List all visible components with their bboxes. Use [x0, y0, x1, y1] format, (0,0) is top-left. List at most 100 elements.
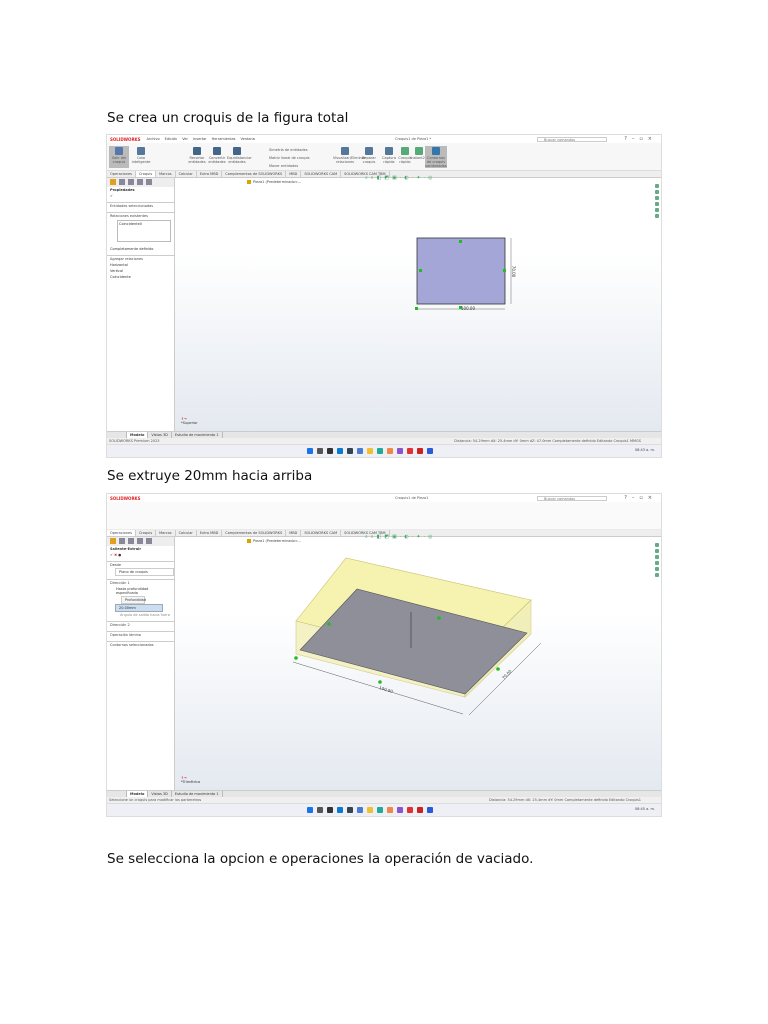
confirm-buttons[interactable]: ✔ ✖ ● — [107, 552, 174, 558]
menu-item[interactable]: Herramientas — [212, 137, 236, 141]
tab-mbd[interactable]: MBD — [286, 171, 302, 177]
section-thin-feature[interactable]: Operación lámina — [107, 631, 174, 638]
axis-triad: ↑→ *Superior — [181, 417, 198, 425]
section-selected-entities[interactable]: Entidades seleccionadas — [107, 202, 174, 209]
tab-cam[interactable]: SOLIDWORKS CAM — [301, 530, 342, 536]
document-title: Croquis1 de Pieza1 — [395, 496, 429, 500]
screenshot-extrude: SOLIDWORKS Croquis1 de Pieza1 Buscar com… — [106, 493, 662, 817]
tab-complementos[interactable]: Complementos de SOLIDWORKS — [222, 171, 287, 177]
ribbon-disabled — [107, 502, 661, 530]
property-manager: Propiedades ✔ Entidades seleccionadas Re… — [107, 178, 175, 431]
taskbar-apps[interactable] — [307, 448, 433, 454]
midpoint-marker — [419, 269, 422, 272]
menu-item[interactable]: Edición — [165, 137, 178, 141]
app-icon — [357, 448, 363, 454]
midpoint-marker — [378, 680, 382, 684]
menu-item[interactable]: Ver — [182, 137, 188, 141]
property-manager: Saliente-Extruir ✔ ✖ ● Desde Plano de cr… — [107, 537, 175, 790]
app-icon — [377, 448, 383, 454]
move-entities-button[interactable]: Mover entidades — [269, 162, 329, 170]
section-direction2[interactable]: Dirección 2 — [107, 621, 174, 628]
windows-taskbar: 08:43 a. m. — [107, 444, 661, 457]
offset-button[interactable]: Equidistanciar entidades — [227, 146, 252, 168]
axis-triad: ↑→ *Trimétrica — [181, 776, 201, 784]
origin-marker — [294, 656, 298, 660]
offset-icon — [233, 147, 241, 155]
app-icon — [377, 807, 383, 813]
section-selected-contours[interactable]: Contornos seleccionados — [107, 641, 174, 648]
section-direction1[interactable]: Dirección 1 — [107, 579, 174, 586]
tab-extra-mbd[interactable]: Extra MBD — [197, 530, 223, 536]
window-controls[interactable]: ?–▫× — [624, 136, 657, 142]
section-from[interactable]: Desde — [107, 561, 174, 568]
snap-icon — [385, 147, 393, 155]
clock[interactable]: 08:45 a. m. — [635, 807, 655, 811]
search-input[interactable]: Buscar comandos — [537, 495, 607, 501]
mirror-button[interactable]: Simetría de entidades — [269, 146, 329, 154]
task-view-icon — [327, 807, 333, 813]
from-select[interactable]: Plano de croquis — [115, 568, 174, 576]
model-canvas — [292, 557, 542, 716]
search-input[interactable]: Buscar comandos — [537, 136, 607, 142]
clock[interactable]: 08:43 a. m. — [635, 448, 655, 452]
repair-icon — [365, 147, 373, 155]
tab-complementos[interactable]: Complementos de SOLIDWORKS — [222, 530, 287, 536]
app-icon — [347, 807, 353, 813]
smart-dimension-button[interactable]: Cota inteligente — [131, 146, 151, 168]
exit-sketch-button[interactable]: Salir del croquis — [109, 146, 129, 168]
relations-list[interactable]: Coincidente0 — [117, 220, 171, 242]
taskbar-apps[interactable] — [307, 807, 433, 813]
app-icon — [397, 448, 403, 454]
sketch-canvas — [415, 237, 512, 310]
linear-pattern-button[interactable]: Matriz lineal de croquis — [269, 154, 329, 162]
graphics-area[interactable]: Pieza1 (Predeterminado<... ⌕⌕◧◩▣·◐·✦·◎ 1… — [175, 175, 661, 431]
start-icon — [307, 807, 313, 813]
sketch-icon — [115, 147, 123, 155]
relations-button[interactable]: Visualizar/Eliminar relaciones — [333, 146, 365, 168]
draft-checkbox[interactable]: Ángulo de salida hacia fuera — [117, 612, 174, 618]
windows-taskbar: 08:45 a. m. — [107, 803, 661, 816]
end-condition-select[interactable]: Hasta profundidad especificada — [113, 586, 174, 596]
convert-icon — [213, 147, 221, 155]
menu-item[interactable]: Archivo — [147, 137, 160, 141]
tab-operaciones[interactable]: Operaciones — [107, 530, 136, 536]
width-dimension[interactable]: 100.00 — [461, 306, 475, 311]
ok-icon[interactable]: ✔ — [107, 193, 174, 199]
convert-button[interactable]: Convertir entidades — [207, 146, 227, 168]
search-icon — [317, 448, 323, 454]
instant2d-icon — [415, 147, 423, 155]
section-existing-relations[interactable]: Relaciones existentes — [107, 212, 174, 219]
repair-sketch-button[interactable]: Reparar croquis — [359, 146, 379, 168]
tab-mbd[interactable]: MBD — [286, 530, 302, 536]
height-dimension[interactable]: 70.00 — [511, 266, 516, 277]
tab-operaciones[interactable]: Operaciones — [107, 171, 136, 177]
section-add-relations[interactable]: Agregar relaciones — [107, 255, 174, 262]
relation-item[interactable]: Coincidente0 — [119, 222, 142, 226]
tab-calcular[interactable]: Calcular — [176, 530, 197, 536]
tab-croquis[interactable]: Croquis — [135, 171, 157, 177]
menu-bar[interactable]: Archivo Edición Ver Insertar Herramientas Ven… — [147, 137, 260, 141]
tab-calcular[interactable]: Calcular — [176, 171, 197, 177]
rapid-sketch-icon — [401, 147, 409, 155]
trim-button[interactable]: Recortar entidades — [187, 146, 207, 168]
window-controls[interactable]: ?–▫× — [624, 495, 657, 501]
menu-item[interactable]: Insertar — [193, 137, 207, 141]
menu-item[interactable]: Ventana — [240, 137, 254, 141]
midpoint-marker — [496, 667, 500, 671]
tab-cam[interactable]: SOLIDWORKS CAM — [301, 171, 342, 177]
preview-icon: ● — [118, 553, 122, 557]
tab-marcos[interactable]: Marcos — [156, 171, 176, 177]
tab-extra-mbd[interactable]: Extra MBD — [197, 171, 223, 177]
midpoint-marker — [459, 240, 462, 243]
add-coincident[interactable]: Coincidente — [107, 274, 174, 280]
shaded-contours-button[interactable]: Contornos de croquis sombreados — [425, 146, 447, 168]
solidworks-icon — [417, 807, 423, 813]
panel-tabs[interactable] — [107, 178, 174, 187]
graphics-area[interactable]: Pieza1 (Predeterminado<... ⌕⌕◧◩▣·◐·✦·◎ 1… — [175, 534, 661, 790]
tab-croquis[interactable]: Croquis — [136, 530, 157, 536]
ribbon-group-pattern: Simetría de entidades Matriz lineal de c… — [269, 146, 329, 170]
tab-marcos[interactable]: Marcos — [156, 530, 176, 536]
panel-tabs[interactable] — [107, 537, 174, 546]
depth-input[interactable]: 20.00mm — [115, 604, 163, 612]
caption-1: Se crea un croquis de la figura total — [107, 110, 349, 126]
